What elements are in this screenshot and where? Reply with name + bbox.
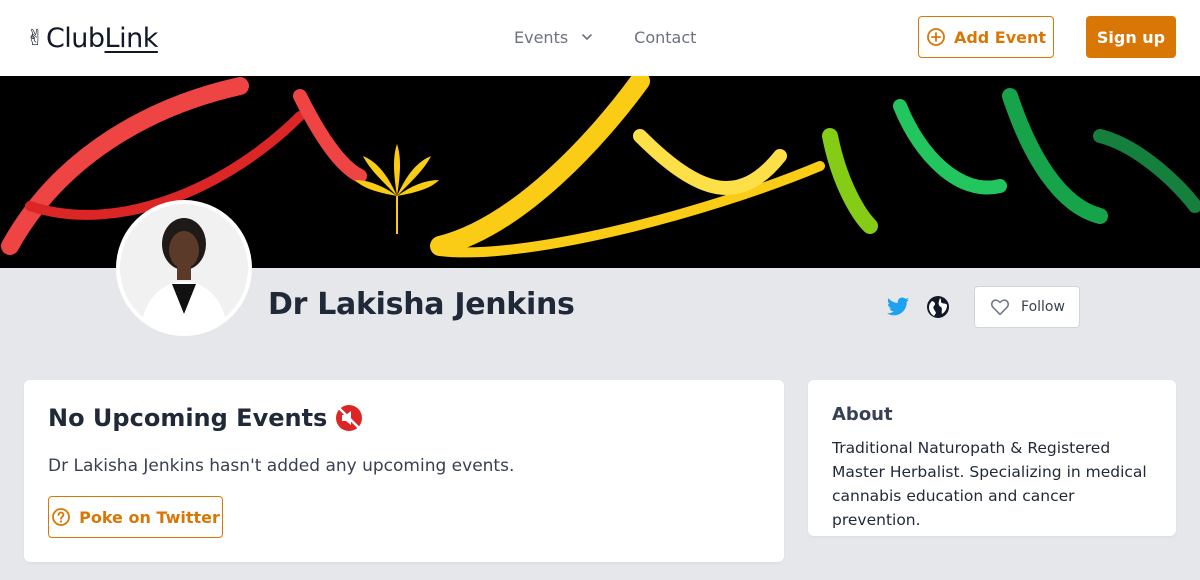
follow-label: Follow: [1021, 299, 1065, 315]
add-event-button[interactable]: Add Event: [918, 16, 1054, 58]
about-heading: About: [832, 404, 893, 425]
events-title-text: No Upcoming Events: [48, 404, 328, 432]
avatar-portrait: [120, 204, 248, 332]
events-heading: No Upcoming Events: [48, 404, 363, 432]
profile-name: Dr Lakisha Jenkins: [268, 287, 575, 322]
muted-speaker-icon: [336, 405, 363, 431]
chevron-down-icon: [582, 34, 592, 40]
globe-icon[interactable]: [926, 295, 950, 319]
top-nav-bar: ✌ Club Link Events Contact Add Event Sign…: [0, 0, 1200, 76]
profile-avatar: [116, 200, 252, 336]
logo-text-club: Club: [45, 22, 105, 54]
poke-label: Poke on Twitter: [79, 507, 220, 527]
nav-events-label: Events: [514, 27, 569, 47]
main-nav: Events Contact: [514, 26, 696, 48]
about-description: Traditional Naturopath & Registered Mast…: [832, 439, 1147, 529]
twitter-icon[interactable]: [886, 295, 910, 319]
logo-text-link: Link: [104, 22, 159, 54]
clublink-logo[interactable]: ✌ Club Link: [26, 20, 158, 56]
sign-up-label: Sign up: [1096, 27, 1166, 47]
follow-button[interactable]: Follow: [974, 286, 1080, 328]
nav-contact-link[interactable]: Contact: [634, 26, 696, 48]
heart-icon: [991, 299, 1010, 316]
nav-contact-label: Contact: [634, 27, 697, 47]
add-event-label: Add Event: [953, 27, 1047, 47]
victory-hand-icon: ✌: [26, 25, 44, 51]
no-events-message: Dr Lakisha Jenkins hasn't added any upco…: [48, 456, 515, 476]
nav-events-dropdown[interactable]: Events: [514, 26, 594, 48]
plus-circle-icon: [927, 28, 945, 46]
poke-on-twitter-button[interactable]: Poke on Twitter: [48, 496, 223, 538]
sign-up-button[interactable]: Sign up: [1086, 16, 1176, 58]
question-circle-icon: [52, 508, 71, 526]
